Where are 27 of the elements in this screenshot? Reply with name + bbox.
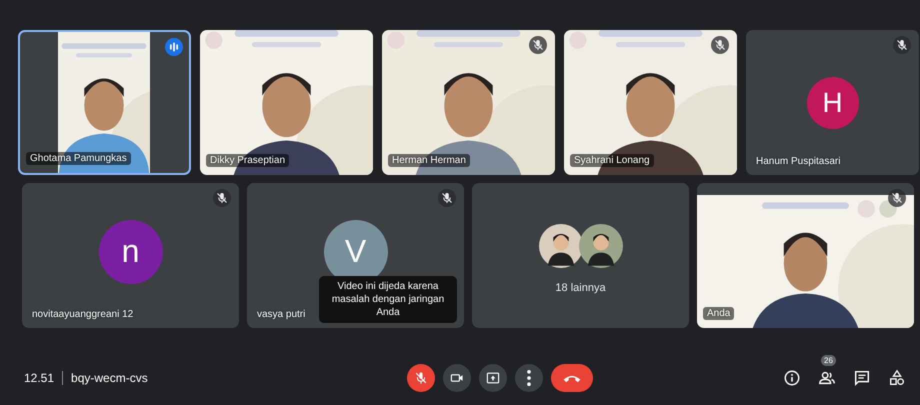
participant-name: Dikky Praseptian — [206, 154, 290, 167]
mic-off-icon — [413, 370, 429, 386]
clock-time: 12.51 — [24, 371, 54, 385]
participant-name: Anda — [703, 307, 734, 320]
present-icon — [485, 370, 501, 386]
meeting-code: bqy-wecm-cvs — [71, 371, 148, 385]
participant-name: Hanum Puspitasari — [756, 156, 840, 167]
network-notice: Video ini dijeda karena masalah dengan jaringan Anda — [319, 276, 457, 323]
more-icon — [527, 370, 531, 386]
participant-count: 26 — [821, 355, 836, 366]
speaking-icon — [165, 38, 183, 56]
participant-name: Syahrani Lonang — [570, 154, 654, 167]
participant-name: Herman Herman — [388, 154, 470, 167]
camera-button[interactable] — [443, 364, 471, 392]
info-icon[interactable] — [783, 369, 801, 387]
microphone-button[interactable] — [407, 364, 435, 392]
more-options-button[interactable] — [515, 364, 543, 392]
avatar: n — [98, 220, 162, 284]
others-count: 18 lainnya — [555, 282, 606, 294]
end-call-button[interactable] — [551, 364, 593, 392]
activities-icon[interactable] — [888, 369, 906, 387]
present-button[interactable] — [479, 364, 507, 392]
participant-name: novitaayuanggreani 12 — [32, 309, 134, 320]
participant-name: Ghotama Pamungkas — [26, 152, 131, 165]
avatar: H — [806, 76, 858, 128]
chat-icon[interactable] — [853, 369, 871, 387]
participant-name: vasya putri — [257, 309, 306, 320]
